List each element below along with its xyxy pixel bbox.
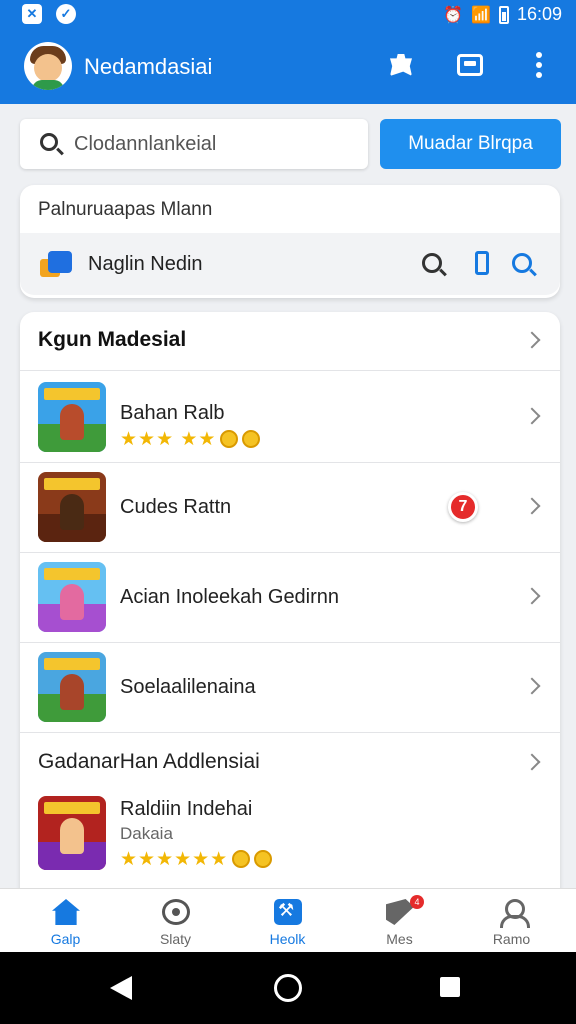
list-item[interactable]: Acian Inoleekah Gedirnn bbox=[20, 552, 560, 642]
item-subtitle: Dakaia bbox=[120, 824, 173, 843]
nav-tab-target[interactable]: Slaty bbox=[118, 889, 233, 953]
list-item[interactable]: Bahan Ralb ★★★ ★★ bbox=[20, 372, 560, 462]
home-circle-icon[interactable] bbox=[274, 974, 302, 1002]
quick-access-card: Palnuruaapas Mlann Naglin Nedin bbox=[20, 185, 560, 298]
person-icon bbox=[498, 899, 530, 928]
chevron-right-icon bbox=[523, 331, 541, 349]
coin-icon bbox=[254, 850, 273, 868]
divider bbox=[20, 370, 560, 371]
game-thumbnail bbox=[38, 652, 106, 722]
game-thumbnail bbox=[38, 382, 106, 452]
search-blue-icon[interactable] bbox=[512, 253, 532, 273]
chevron-right-icon bbox=[523, 677, 541, 695]
status-notifications: ✕ ✓ bbox=[22, 4, 76, 24]
battery-icon bbox=[498, 5, 509, 24]
app-bar: Nedamdasiai bbox=[0, 28, 576, 104]
divider bbox=[20, 732, 560, 733]
nav-tab-profile[interactable]: Ramo bbox=[454, 889, 569, 953]
app-notification-icon: ✕ bbox=[22, 4, 42, 24]
section-header[interactable]: Kgun Madesial bbox=[20, 312, 560, 368]
quick-access-row[interactable]: Naglin Nedin bbox=[20, 233, 560, 295]
game-thumbnail bbox=[38, 472, 106, 542]
chevron-right-icon bbox=[523, 407, 541, 425]
back-icon[interactable] bbox=[110, 976, 132, 1000]
search-icon bbox=[40, 133, 58, 151]
coin-icon bbox=[220, 430, 239, 448]
nav-label: Slaty bbox=[159, 931, 192, 947]
list-item[interactable]: Cudes Rattn 7 bbox=[20, 462, 560, 552]
search-input[interactable]: Clodannlankeial bbox=[20, 119, 368, 169]
coin-icon bbox=[242, 430, 261, 448]
quick-access-label: Naglin Nedin bbox=[88, 253, 203, 275]
notification-badge: 7 bbox=[448, 492, 478, 522]
list-item[interactable]: Soelaalilenaina bbox=[20, 642, 560, 732]
app-title: Nedamdasiai bbox=[84, 54, 213, 79]
home-icon bbox=[52, 899, 80, 925]
nav-label: Ramo bbox=[492, 931, 531, 947]
list-item[interactable]: Raldiin Indehai Dakaia ★★★★★★ bbox=[20, 790, 560, 890]
notification-badge: 4 bbox=[410, 895, 424, 909]
profile-avatar[interactable] bbox=[24, 42, 72, 90]
item-title: Raldiin Indehai bbox=[120, 798, 253, 820]
nav-tab-messages[interactable]: 4 Mes bbox=[342, 889, 457, 953]
chevron-right-icon bbox=[523, 587, 541, 605]
section-header[interactable]: GadanarHan Addlensiai bbox=[20, 734, 560, 790]
cast-icon[interactable] bbox=[455, 50, 485, 80]
tools-icon bbox=[274, 899, 302, 925]
target-icon bbox=[162, 899, 190, 925]
bottom-navigation: Galp Slaty Heolk 4 Mes Ramo bbox=[0, 888, 576, 952]
app-logo-icon bbox=[40, 251, 72, 279]
game-list-card: Kgun Madesial Bahan Ralb ★★★ ★★ Cudes Ra… bbox=[20, 312, 560, 912]
system-navigation-bar bbox=[0, 952, 576, 1024]
item-title: Acian Inoleekah Gedirnn bbox=[120, 586, 340, 608]
alarm-icon: ⏰ bbox=[443, 6, 464, 24]
nav-tab-tools[interactable]: Heolk bbox=[230, 889, 345, 953]
section-title: GadanarHan Addlensiai bbox=[38, 750, 260, 773]
status-bar: ✕ ✓ ⏰ 📶 16:09 bbox=[0, 0, 576, 28]
nav-label: Mes bbox=[386, 931, 413, 947]
nav-tab-home[interactable]: Galp bbox=[8, 889, 123, 953]
item-title: Bahan Ralb bbox=[120, 402, 225, 424]
section-title: Kgun Madesial bbox=[38, 328, 187, 351]
more-options-icon[interactable] bbox=[524, 50, 554, 80]
nav-label: Galp bbox=[50, 931, 81, 947]
game-thumbnail bbox=[38, 796, 106, 870]
item-title: Soelaalilenaina bbox=[120, 676, 256, 698]
rating-stars: ★★★★★★ bbox=[120, 848, 273, 871]
search-placeholder: Clodannlankeial bbox=[74, 133, 217, 155]
item-title: Cudes Rattn bbox=[120, 496, 232, 518]
status-indicators: ⏰ 📶 16:09 bbox=[443, 4, 562, 25]
recent-apps-icon[interactable] bbox=[440, 977, 460, 997]
card-heading: Palnuruaapas Mlann bbox=[38, 199, 213, 220]
check-notification-icon: ✓ bbox=[56, 4, 76, 24]
chevron-right-icon bbox=[523, 497, 541, 515]
search-icon[interactable] bbox=[422, 253, 442, 273]
nav-label: Heolk bbox=[269, 931, 306, 947]
wifi-icon: 📶 bbox=[471, 6, 491, 24]
phone-icon[interactable] bbox=[475, 251, 489, 275]
puzzle-icon[interactable] bbox=[386, 50, 416, 80]
primary-action-button[interactable]: Muadar Blrqpa bbox=[380, 119, 561, 169]
coin-icon bbox=[232, 850, 251, 868]
chevron-right-icon bbox=[523, 753, 541, 771]
status-time: 16:09 bbox=[516, 4, 562, 24]
rating-stars: ★★★ ★★ bbox=[120, 428, 261, 451]
game-thumbnail bbox=[38, 562, 106, 632]
